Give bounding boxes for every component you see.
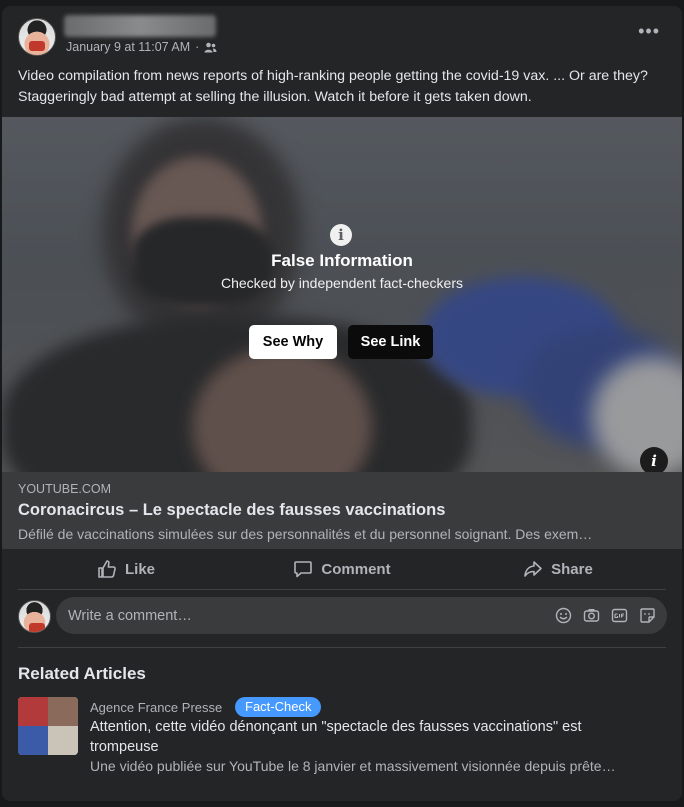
link-title[interactable]: Coronacircus – Le spectacle des fausses … — [18, 501, 445, 520]
gif-icon[interactable] — [610, 606, 629, 625]
commenter-avatar[interactable] — [18, 600, 51, 633]
fact-check-badge: Fact-Check — [235, 697, 322, 717]
share-label: Share — [551, 560, 593, 578]
post-actions: Like Comment Share — [18, 549, 666, 590]
related-article-description: Une vidéo publiée sur YouTube le 8 janvi… — [90, 758, 616, 774]
author-name-blurred[interactable] — [64, 15, 216, 37]
related-article-title[interactable]: Attention, cette vidéo dénonçant un "spe… — [90, 717, 650, 757]
media-info-icon[interactable]: i — [640, 447, 668, 472]
post-card: January 9 at 11:07 AM · ••• Video compil… — [2, 6, 682, 801]
related-articles-heading: Related Articles — [18, 664, 146, 683]
see-link-button[interactable]: See Link — [348, 325, 433, 359]
emoji-icon[interactable] — [554, 606, 573, 625]
like-icon — [98, 560, 116, 578]
share-button[interactable]: Share — [450, 549, 666, 589]
see-why-button[interactable]: See Why — [249, 325, 337, 359]
sticker-icon[interactable] — [638, 606, 657, 625]
comment-tools — [554, 606, 657, 625]
like-label: Like — [124, 560, 155, 578]
post-text: Video compilation from news reports of h… — [18, 68, 648, 105]
friends-audience-icon[interactable] — [204, 42, 217, 53]
false-info-title: False Information — [271, 251, 413, 270]
share-icon — [524, 561, 542, 577]
link-description: Défilé de vaccinations simulées sur des … — [18, 526, 593, 542]
comment-placeholder[interactable]: Write a comment… — [68, 608, 554, 624]
link-preview[interactable]: YOUTUBE.COM Coronacircus – Le spectacle … — [2, 472, 682, 549]
camera-icon[interactable] — [582, 606, 601, 625]
author-avatar[interactable] — [18, 18, 56, 56]
comment-label: Comment — [321, 560, 391, 578]
post-meta: January 9 at 11:07 AM · — [66, 40, 217, 54]
post-media[interactable]: i False Information Checked by independe… — [2, 117, 682, 472]
comment-input[interactable]: Write a comment… — [56, 597, 667, 634]
false-info-subtitle: Checked by independent fact-checkers — [220, 275, 464, 291]
section-divider — [18, 647, 666, 648]
meta-separator: · — [195, 40, 200, 54]
media-dim-overlay — [2, 117, 682, 472]
link-domain: YOUTUBE.COM — [18, 482, 112, 496]
more-options-icon[interactable]: ••• — [638, 22, 660, 40]
related-source: Agence France Presse — [90, 700, 223, 715]
like-button[interactable]: Like — [18, 549, 234, 589]
info-icon: i — [330, 224, 352, 246]
post-timestamp[interactable]: January 9 at 11:07 AM — [66, 40, 190, 54]
comment-button[interactable]: Comment — [234, 549, 450, 589]
related-article-thumbnail[interactable] — [18, 697, 78, 755]
comment-icon — [294, 561, 313, 578]
